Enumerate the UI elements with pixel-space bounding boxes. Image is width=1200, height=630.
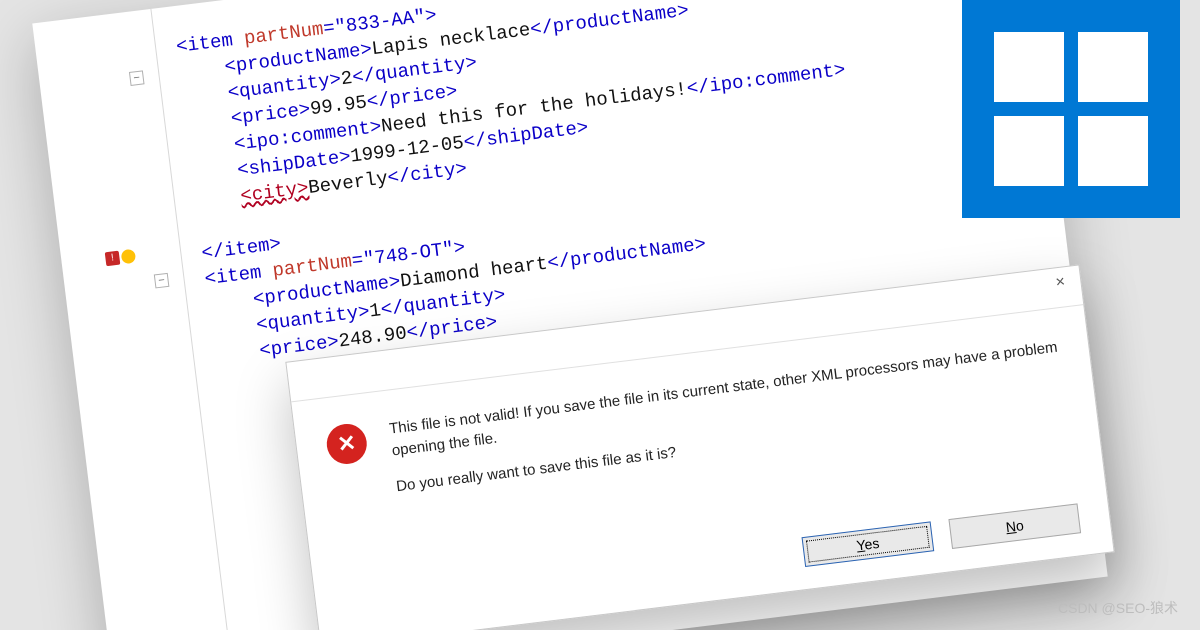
error-marker-icon[interactable]: ! bbox=[105, 251, 121, 267]
windows-logo-icon bbox=[962, 0, 1180, 218]
fold-toggle-icon[interactable]: − bbox=[129, 70, 145, 86]
error-icon: ✕ bbox=[324, 422, 369, 467]
yes-button[interactable]: Yes bbox=[802, 521, 935, 567]
close-icon[interactable]: × bbox=[1045, 272, 1076, 299]
lightbulb-icon[interactable] bbox=[121, 249, 137, 265]
fold-toggle-icon[interactable]: − bbox=[154, 273, 170, 289]
no-button[interactable]: No bbox=[948, 503, 1081, 549]
watermark-text: CSDN @SEO-狼术 bbox=[1058, 598, 1178, 618]
